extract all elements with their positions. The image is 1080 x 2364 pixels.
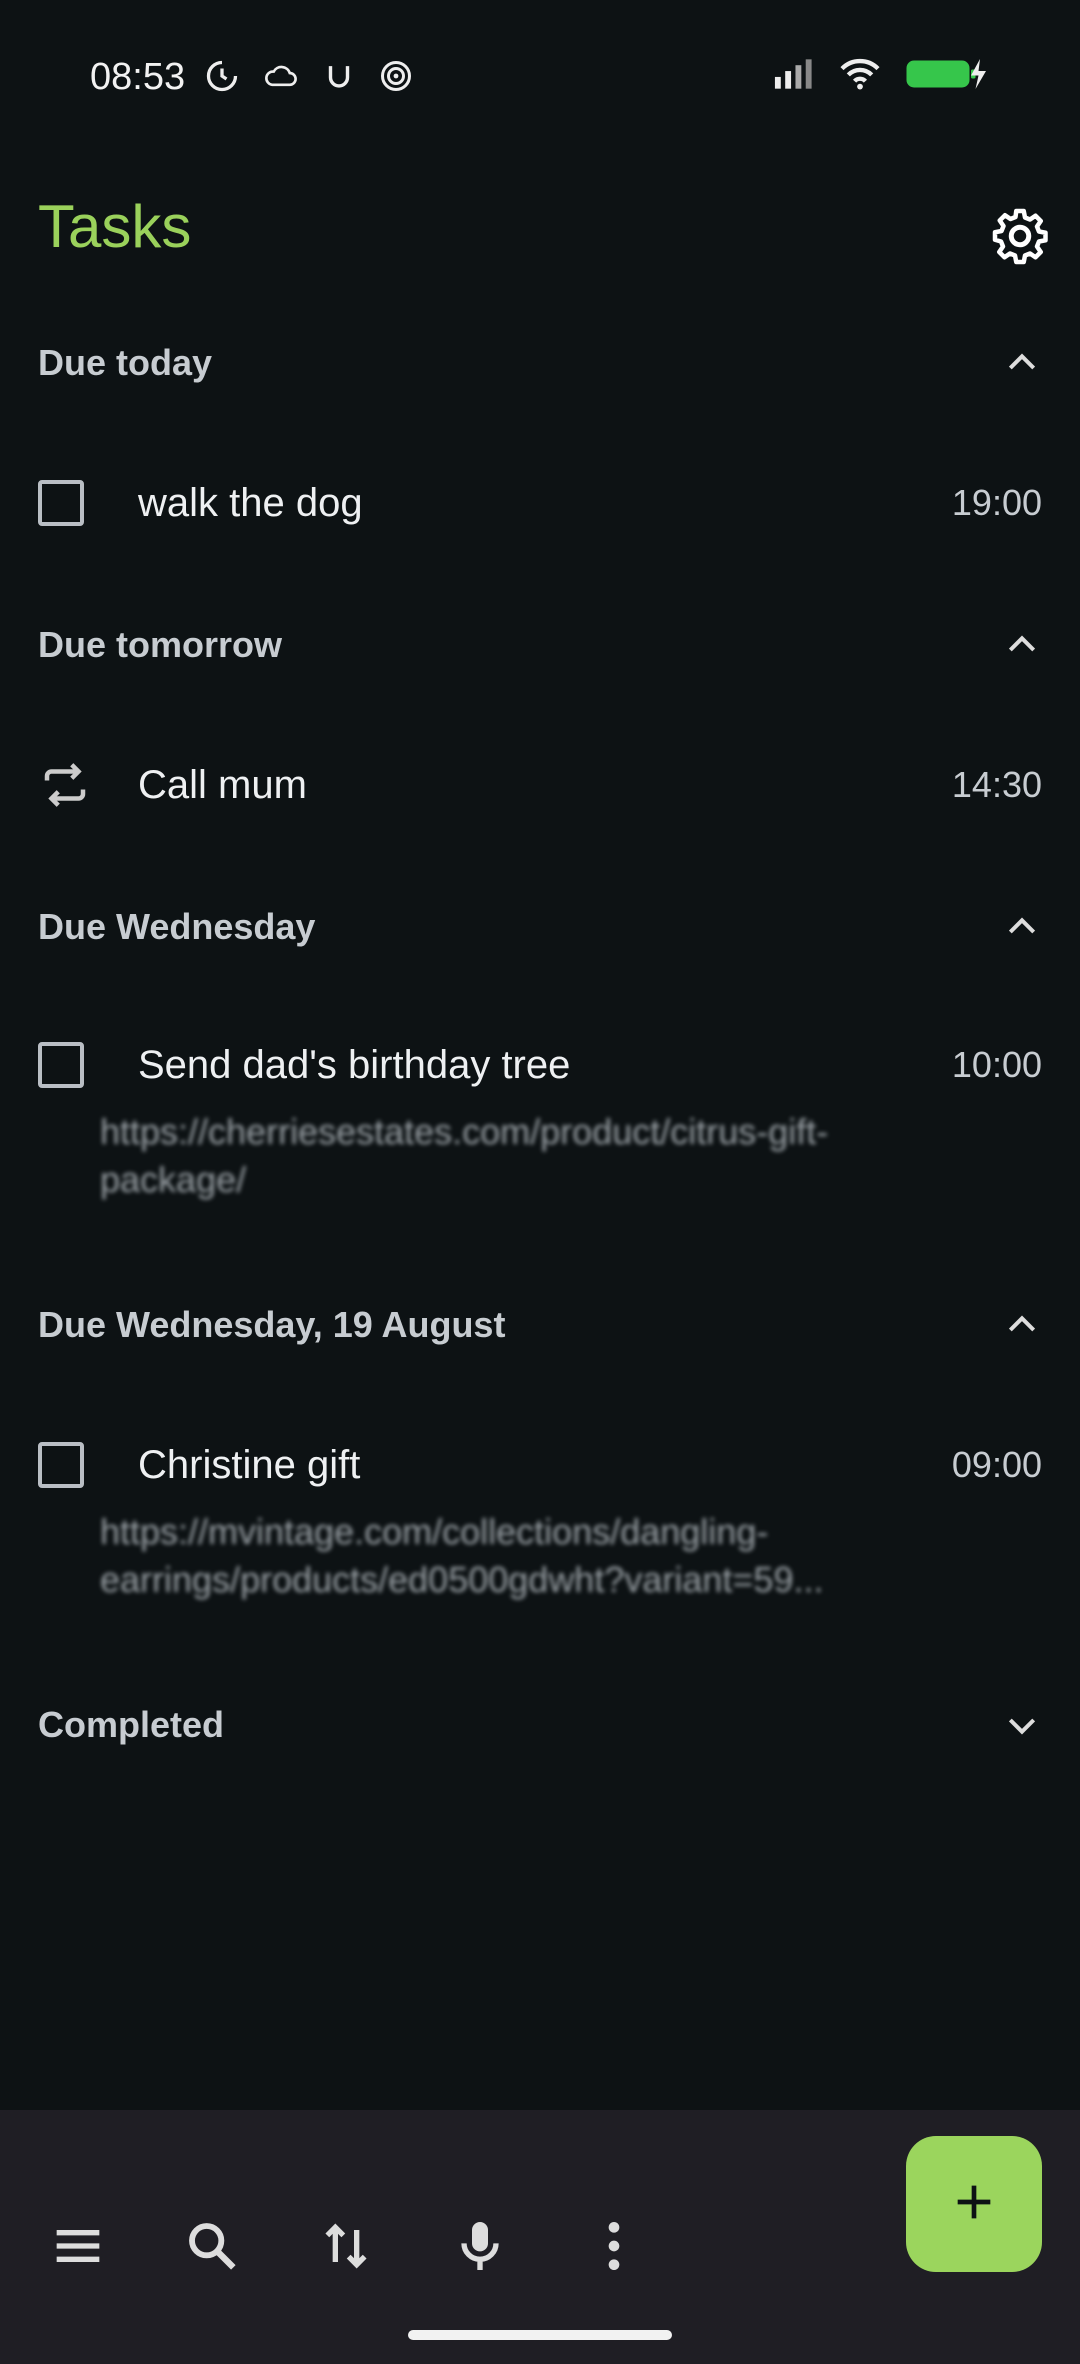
section-title: Due today	[38, 342, 213, 383]
chevron-up-icon[interactable]	[1002, 343, 1042, 383]
section-title: Completed	[38, 1704, 225, 1745]
more-vert-icon[interactable]	[582, 2214, 646, 2278]
task-row[interactable]: Christine gift 09:00	[38, 1430, 1042, 1500]
settings-button[interactable]	[990, 206, 1050, 266]
add-task-button[interactable]	[906, 2136, 1042, 2272]
status-time: 08:53	[90, 56, 186, 98]
gear-icon	[990, 206, 1050, 266]
page-title: Tasks	[38, 193, 192, 260]
status-icons-right	[772, 56, 990, 92]
task-row[interactable]: Send dad's birthday tree 10:00	[38, 1030, 1042, 1100]
task-time: 10:00	[951, 1044, 1042, 1085]
repeat-icon	[38, 758, 92, 812]
bottom-app-bar	[0, 2110, 1080, 2364]
search-icon[interactable]	[180, 2214, 244, 2278]
task-time: 14:30	[951, 764, 1042, 805]
bottom-toolbar	[46, 2214, 646, 2278]
signal-icon	[772, 56, 816, 92]
section-title: Due tomorrow	[38, 624, 283, 665]
chevron-down-icon[interactable]	[1002, 1705, 1042, 1745]
task-checkbox[interactable]	[38, 1042, 84, 1088]
section-title: Due Wednesday	[38, 906, 316, 947]
wifi-icon	[838, 56, 882, 92]
task-title: Send dad's birthday tree	[138, 1042, 571, 1087]
section-due-today[interactable]: Due today	[38, 328, 1042, 398]
status-bar: 08:53	[0, 0, 1080, 160]
task-note: https://mvintage.com/collections/danglin…	[100, 1511, 824, 1600]
section-due-wednesday[interactable]: Due Wednesday	[38, 892, 1042, 962]
task-checkbox[interactable]	[38, 1442, 84, 1488]
menu-icon[interactable]	[46, 2214, 110, 2278]
status-icons-left	[204, 58, 414, 94]
chevron-up-icon[interactable]	[1002, 907, 1042, 947]
section-completed[interactable]: Completed	[38, 1690, 1042, 1760]
section-due-tomorrow[interactable]: Due tomorrow	[38, 610, 1042, 680]
task-row[interactable]: Call mum 14:30	[38, 750, 1042, 820]
chevron-up-icon[interactable]	[1002, 1305, 1042, 1345]
spiral-icon	[378, 58, 414, 94]
section-title: Due Wednesday, 19 August	[38, 1304, 506, 1345]
clock-sync-icon	[204, 58, 240, 94]
u-icon	[322, 58, 356, 94]
task-time: 09:00	[951, 1444, 1042, 1485]
task-row[interactable]: walk the dog 19:00	[38, 468, 1042, 538]
sort-icon[interactable]	[314, 2214, 378, 2278]
task-title: Call mum	[138, 762, 307, 807]
cloud-icon	[262, 58, 300, 94]
task-title: Christine gift	[138, 1442, 361, 1487]
battery-charging-icon	[904, 56, 990, 92]
add-icon	[946, 2174, 1002, 2235]
mic-icon[interactable]	[448, 2214, 512, 2278]
task-checkbox[interactable]	[38, 480, 84, 526]
section-due-wednesday-19-august[interactable]: Due Wednesday, 19 August	[38, 1290, 1042, 1360]
home-indicator[interactable]	[408, 2330, 672, 2340]
chevron-up-icon[interactable]	[1002, 625, 1042, 665]
task-time: 19:00	[951, 482, 1042, 523]
task-title: walk the dog	[138, 480, 363, 525]
task-note: https://cherriesestates.com/product/citr…	[100, 1111, 829, 1200]
